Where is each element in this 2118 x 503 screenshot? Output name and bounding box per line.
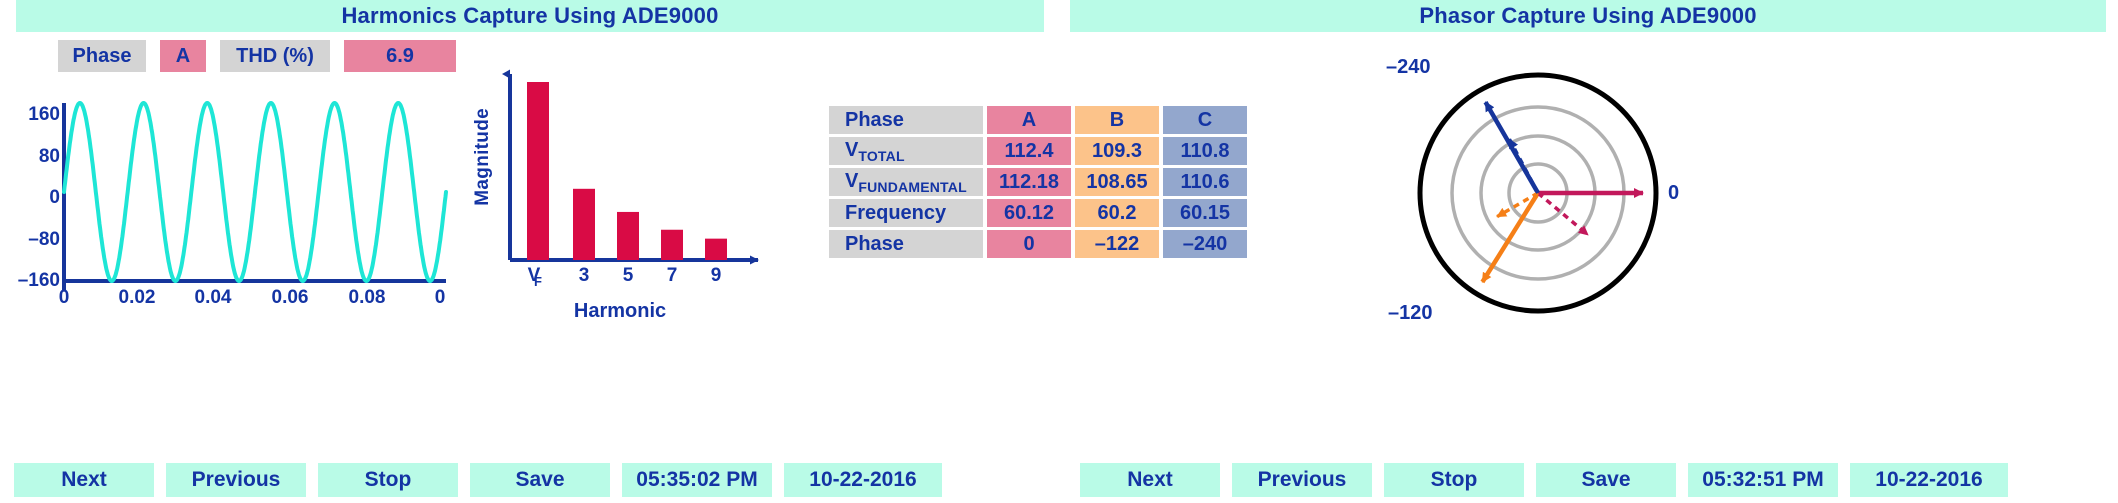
table-row: VTOTAL 112.4 109.3 110.8: [829, 137, 1247, 165]
previous-button[interactable]: Previous: [1232, 463, 1372, 497]
waveform-x-tick: 0.06: [271, 287, 309, 308]
time-display: 05:35:02 PM: [622, 463, 772, 497]
harmonic-x-tick: 7: [666, 265, 678, 286]
table-header-row: Phase A B C: [829, 106, 1247, 134]
harmonic-bar: [617, 211, 639, 260]
cell-vfund-a: 112.18: [987, 168, 1071, 196]
table-corner-header: Phase: [829, 106, 983, 134]
phasor-label-right: 0: [1668, 182, 1680, 204]
ade9000-capture-screen: Harmonics Capture Using ADE9000 Phase A …: [0, 0, 2118, 503]
cell-freq-a: 60.12: [987, 199, 1071, 227]
harmonic-bar: [527, 82, 549, 260]
row-header-vtotal: VTOTAL: [829, 137, 983, 165]
waveform-x-tick: 0.04: [194, 287, 232, 308]
phasor-plot: [1417, 72, 1659, 314]
table-row: VFUNDAMENTAL 112.18 108.65 110.6: [829, 168, 1247, 196]
phasor-button-bar: Next Previous Stop Save 05:32:51 PM 10-2…: [1080, 463, 2008, 497]
harmonics-button-bar: Next Previous Stop Save 05:35:02 PM 10-2…: [14, 463, 942, 497]
next-button[interactable]: Next: [1080, 463, 1220, 497]
harmonics-panel-title: Harmonics Capture Using ADE9000: [16, 0, 1044, 32]
harmonic-x-tick-vf: VF: [527, 265, 542, 289]
table-row: Phase 0 –122 –240: [829, 230, 1247, 258]
waveform-x-tick: 0.08: [348, 287, 386, 308]
waveform-x-tick: 0: [58, 287, 70, 308]
cell-vtotal-b: 109.3: [1075, 137, 1159, 165]
harmonic-x-tick: 9: [710, 265, 722, 286]
harmonic-x-tick: 5: [622, 265, 634, 286]
waveform-x-tick: 0: [434, 287, 446, 308]
cell-vfund-c: 110.6: [1163, 168, 1247, 196]
waveform-x-tick: 0.02: [118, 287, 156, 308]
waveform-plot: [62, 101, 448, 291]
date-display: 10-22-2016: [784, 463, 942, 497]
waveform-trace: [62, 101, 448, 283]
cell-freq-b: 60.2: [1075, 199, 1159, 227]
cell-vtotal-c: 110.8: [1163, 137, 1247, 165]
harmonic-x-axis-label: Harmonic: [573, 300, 667, 322]
phasor-label-bottom: –120: [1388, 302, 1433, 324]
save-button[interactable]: Save: [470, 463, 610, 497]
column-header-b: B: [1075, 106, 1159, 134]
time-display: 05:32:51 PM: [1688, 463, 1838, 497]
phase-value-badge[interactable]: A: [160, 40, 206, 72]
next-button[interactable]: Next: [14, 463, 154, 497]
waveform-x-axis-labels: 0 0.02 0.04 0.06 0.08 0: [0, 287, 460, 317]
phasor-diagram: –240 0 –120: [1386, 56, 1700, 330]
row-header-vfundamental: VFUNDAMENTAL: [829, 168, 983, 196]
waveform-chart: 160 80 0 –80 –160 0 0.02 0.04 0.06 0.08 …: [0, 95, 460, 320]
row-header-phase: Phase: [829, 230, 983, 258]
phasor-table: Phase A B C VTOTAL 112.4 109.3 110.8 VFU…: [825, 103, 1251, 261]
column-header-c: C: [1163, 106, 1247, 134]
harmonic-x-tick: 3: [578, 265, 590, 286]
phasor-vectors: [1480, 100, 1644, 284]
cell-vfund-b: 108.65: [1075, 168, 1159, 196]
save-button[interactable]: Save: [1536, 463, 1676, 497]
thd-value-badge: 6.9: [344, 40, 456, 72]
stop-button[interactable]: Stop: [318, 463, 458, 497]
phasor-vector-a-fund: [1536, 191, 1590, 237]
cell-phase-c: –240: [1163, 230, 1247, 258]
phase-label-badge: Phase: [58, 40, 146, 72]
phasor-label-top: –240: [1386, 56, 1431, 78]
harmonic-bar: [705, 238, 727, 260]
column-header-a: A: [987, 106, 1071, 134]
harmonics-badge-row: Phase A THD (%) 6.9: [58, 40, 456, 72]
harmonic-bar-chart: Magnitude VF 3 5 7 9 Harmonic: [470, 60, 770, 325]
harmonic-bar: [661, 229, 683, 260]
thd-label-badge: THD (%): [220, 40, 330, 72]
row-header-frequency: Frequency: [829, 199, 983, 227]
cell-phase-a: 0: [987, 230, 1071, 258]
harmonic-plot: [502, 69, 759, 265]
harmonic-x-axis-ticks: VF 3 5 7 9: [470, 265, 770, 293]
phasor-vector-b: [1480, 191, 1540, 284]
previous-button[interactable]: Previous: [166, 463, 306, 497]
stop-button[interactable]: Stop: [1384, 463, 1524, 497]
table-row: Frequency 60.12 60.2 60.15: [829, 199, 1247, 227]
harmonic-bar: [573, 188, 595, 260]
cell-freq-c: 60.15: [1163, 199, 1247, 227]
phasor-panel-title: Phasor Capture Using ADE9000: [1070, 0, 2106, 32]
date-display: 10-22-2016: [1850, 463, 2008, 497]
harmonic-bars: [527, 82, 727, 260]
cell-phase-b: –122: [1075, 230, 1159, 258]
cell-vtotal-a: 112.4: [987, 137, 1071, 165]
